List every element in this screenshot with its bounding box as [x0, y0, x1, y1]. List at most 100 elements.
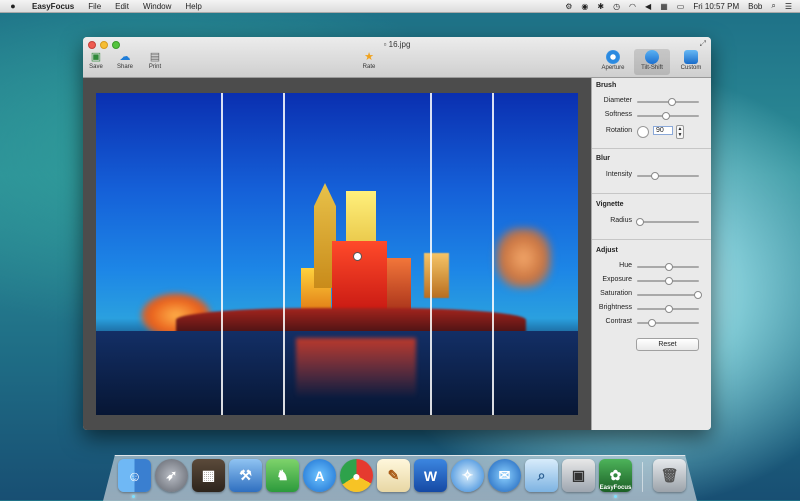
menu-edit[interactable]: Edit — [115, 2, 129, 11]
contrast-row: Contrast — [592, 318, 711, 328]
rate-label: Rate — [362, 64, 376, 70]
photo-booth-icon[interactable]: ▦ — [192, 459, 225, 492]
preview-icon[interactable]: ⌕ — [525, 459, 558, 492]
dock-icons: ☺ ➶ ▦ ⚒ ♞ A ● ✎ W ✧ ✉ ⌕ ▣ ✿ EasyFocus 🗑 — [118, 457, 688, 492]
xcode-icon[interactable]: ⚒ — [229, 459, 262, 492]
exposure-slider[interactable] — [637, 277, 699, 285]
menu-bar: ● EasyFocus File Edit Window Help ⚙ ◉ ✱ … — [0, 0, 800, 13]
rotation-stepper[interactable]: ▲ ▼ — [676, 125, 684, 139]
tilt-shift-inner-line-right[interactable] — [430, 93, 432, 415]
radius-slider[interactable] — [636, 218, 699, 226]
intensity-slider[interactable] — [637, 172, 699, 180]
settings-panel: Brush Diameter Softness Rotation 90 ▲ ▼ B… — [591, 78, 711, 430]
hue-row: Hue — [592, 262, 711, 272]
print-button[interactable]: ▤ Print — [142, 51, 168, 70]
bluetooth-icon[interactable]: ✱ — [597, 2, 604, 11]
evernote-icon[interactable]: ♞ — [266, 459, 299, 492]
star-icon: ★ — [364, 51, 374, 63]
wifi-icon[interactable]: ◠ — [629, 2, 636, 11]
intensity-knob[interactable] — [651, 172, 660, 180]
saturation-knob[interactable] — [694, 291, 703, 299]
tilt-shift-inner-line-left[interactable] — [283, 93, 285, 415]
rotation-input[interactable]: 90 — [653, 126, 673, 135]
print-label: Print — [148, 64, 162, 70]
softness-knob[interactable] — [661, 112, 670, 120]
hue-knob[interactable] — [665, 263, 673, 271]
launchpad-icon[interactable]: ➶ — [155, 459, 188, 492]
diameter-knob[interactable] — [668, 98, 677, 106]
fullscreen-icon[interactable]: ⤢ — [700, 39, 706, 49]
rotation-label: Rotation — [605, 127, 632, 134]
blur-section-title: Blur — [596, 155, 610, 162]
contrast-slider[interactable] — [637, 319, 699, 327]
brightness-knob[interactable] — [665, 305, 673, 313]
tilt-shift-label: Tilt-Shift — [641, 65, 663, 71]
exposure-label: Exposure — [602, 276, 632, 283]
share-button[interactable]: ☁ Share — [112, 51, 138, 70]
radius-knob[interactable] — [636, 218, 645, 226]
safari-icon[interactable]: ✧ — [451, 459, 484, 492]
app-store-icon[interactable]: A — [303, 459, 336, 492]
custom-mode-button[interactable]: Custom — [673, 49, 709, 75]
status-icon-1[interactable]: ⚙ — [565, 2, 572, 11]
rotation-row: Rotation 90 ▲ ▼ — [592, 125, 711, 139]
contrast-knob[interactable] — [647, 319, 656, 327]
tilt-shift-outer-line-left[interactable] — [221, 93, 223, 415]
menu-help[interactable]: Help — [185, 2, 201, 11]
save-label: Save — [89, 64, 103, 70]
status-icon-2[interactable]: ◉ — [581, 2, 588, 11]
diameter-label: Diameter — [603, 97, 632, 104]
contrast-label: Contrast — [605, 318, 632, 325]
toolbar: ▫ 16.jpg ⤢ ▣ Save ☁ Share ▤ Print ★ Rate… — [83, 37, 711, 78]
adjust-section-title: Adjust — [596, 247, 618, 254]
spotlight-icon[interactable]: ⌕ — [771, 1, 775, 11]
window-title: ▫ 16.jpg — [83, 40, 711, 49]
share-icon: ☁ — [119, 51, 131, 63]
saturation-slider[interactable] — [637, 291, 703, 299]
textedit-icon[interactable]: ✎ — [377, 459, 410, 492]
divider — [592, 193, 711, 194]
tilt-shift-mode-button[interactable]: Tilt-Shift — [634, 49, 670, 75]
thunderbird-icon[interactable]: ✉ — [488, 459, 521, 492]
notification-center-icon[interactable]: ☰ — [785, 2, 792, 11]
reset-button[interactable]: Reset — [636, 338, 699, 351]
finder-icon[interactable]: ☺ — [118, 459, 151, 492]
softness-slider[interactable] — [637, 112, 699, 120]
apple-menu-icon[interactable]: ● — [8, 1, 18, 11]
photo-building — [424, 253, 449, 298]
image-capture-icon[interactable]: ▣ — [562, 459, 595, 492]
rate-button[interactable]: ★ Rate — [356, 51, 382, 70]
hue-slider[interactable] — [637, 263, 699, 271]
battery-icon[interactable]: ▭ — [677, 2, 685, 11]
timemachine-icon[interactable]: ◷ — [613, 2, 620, 11]
window-title-text: 16.jpg — [388, 40, 411, 49]
brightness-label: Brightness — [598, 304, 632, 311]
softness-row: Softness — [592, 111, 711, 121]
hue-label: Hue — [619, 262, 632, 269]
tilt-shift-center-handle[interactable] — [353, 252, 362, 261]
menubar-user[interactable]: Bob — [748, 2, 762, 11]
trash-icon[interactable]: 🗑 — [653, 459, 686, 492]
custom-label: Custom — [680, 65, 702, 71]
menu-window[interactable]: Window — [143, 2, 171, 11]
brush-section-title: Brush — [596, 82, 617, 89]
tilt-shift-outer-line-right[interactable] — [492, 93, 494, 415]
menubar-clock[interactable]: Fri 10:57 PM — [693, 2, 739, 11]
exposure-knob[interactable] — [665, 277, 673, 285]
app-window: ▫ 16.jpg ⤢ ▣ Save ☁ Share ▤ Print ★ Rate… — [83, 37, 711, 430]
aperture-mode-button[interactable]: Aperture — [595, 49, 631, 75]
photo-preview[interactable] — [96, 93, 578, 415]
save-button[interactable]: ▣ Save — [83, 51, 109, 70]
easyfocus-dock-icon[interactable]: ✿ EasyFocus — [599, 459, 632, 492]
divider — [592, 148, 711, 149]
flag-icon[interactable]: ▦ — [660, 2, 668, 11]
diameter-slider[interactable] — [637, 98, 699, 106]
chrome-icon[interactable]: ● — [340, 459, 373, 492]
menu-app-name[interactable]: EasyFocus — [32, 2, 74, 11]
document-icon: ▫ — [383, 40, 387, 49]
menu-file[interactable]: File — [88, 2, 101, 11]
brightness-slider[interactable] — [637, 305, 699, 313]
volume-icon[interactable]: ◀ — [645, 2, 651, 11]
word-icon[interactable]: W — [414, 459, 447, 492]
rotation-dial[interactable] — [637, 126, 649, 138]
